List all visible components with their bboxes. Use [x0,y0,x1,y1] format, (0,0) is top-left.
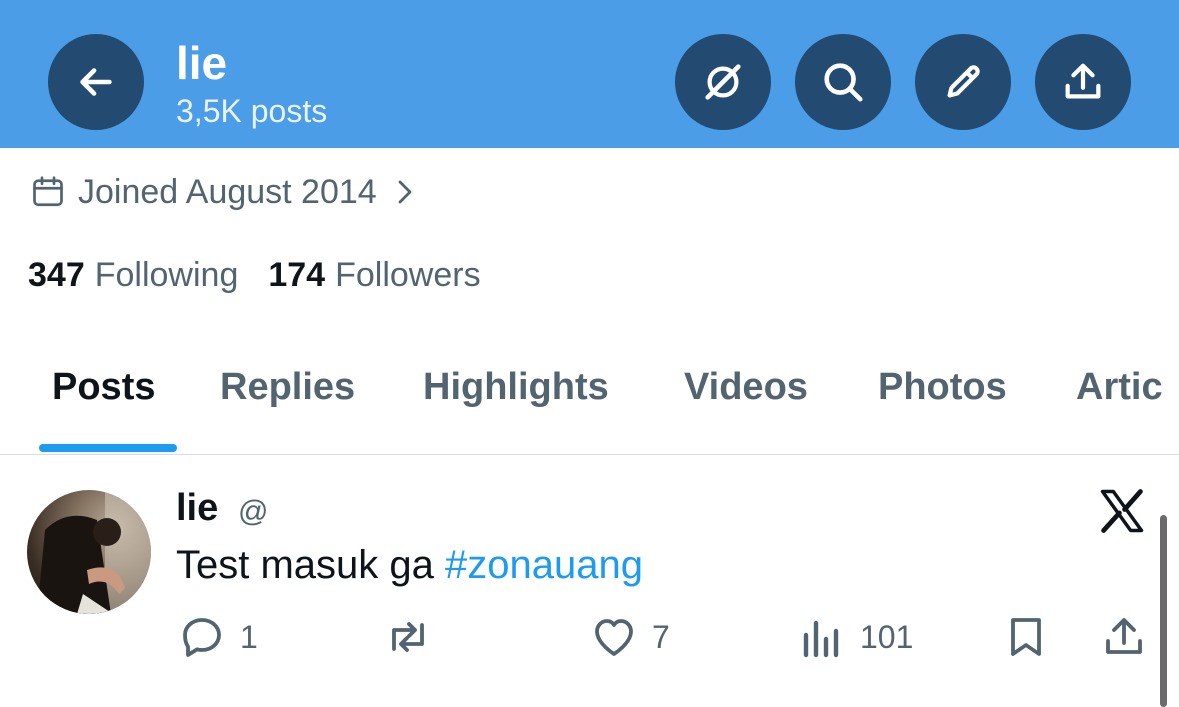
profile-tabs: Posts Replies Highlights Videos Photos A… [0,330,1179,455]
follow-stats: 347 Following 174 Followers [28,256,511,295]
post-share-button[interactable] [1100,613,1162,661]
calendar-icon [33,176,63,207]
bookmark-button[interactable] [1002,613,1064,661]
avatar[interactable] [27,490,151,614]
views-count: 101 [860,618,914,655]
grok-icon [705,64,741,100]
like-count: 7 [652,618,670,655]
joined-text: Joined August 2014 [78,172,377,211]
post-count: 3,5K posts [176,93,328,129]
avatar-photo [37,490,151,614]
followers-label: Followers [335,256,481,294]
following-label: Following [94,256,239,294]
header-title: lie [176,37,228,89]
post-author[interactable]: lie [176,487,218,530]
share-button[interactable] [1035,34,1131,130]
x-logo-icon [1100,489,1144,533]
bookmark-icon [1011,618,1041,656]
tab-photos[interactable]: Photos [878,366,1007,409]
heart-icon [595,619,633,656]
views-button[interactable]: 101 [798,613,913,661]
post-handle[interactable]: @ [238,495,268,529]
back-arrow-icon [80,68,112,96]
reply-count: 1 [240,618,258,655]
back-button[interactable] [48,34,144,130]
active-tab-indicator [39,444,177,452]
post-item[interactable]: lie @ Test masuk ga #zonauang 1 7 101 [0,455,1179,707]
views-chart-icon [803,620,839,658]
tab-articles[interactable]: Artic [1076,366,1163,409]
share-icon [1065,63,1101,99]
post-actions: 1 7 101 [0,613,1179,663]
reply-icon [183,618,221,657]
scrollbar[interactable] [1160,515,1167,707]
repost-icon [392,622,424,652]
tab-replies[interactable]: Replies [220,366,355,409]
like-button[interactable]: 7 [590,613,670,661]
followers-count: 174 [268,256,326,294]
repost-button[interactable] [384,613,446,661]
profile-header: lie 3,5K posts [0,0,1179,148]
share-icon [1106,618,1142,654]
search-icon [824,63,863,102]
joined-date-row[interactable]: Joined August 2014 [30,170,417,214]
chevron-right-icon [398,180,412,204]
grok-button[interactable] [675,34,771,130]
search-button[interactable] [795,34,891,130]
pencil-icon [947,65,980,98]
reply-button[interactable]: 1 [178,613,258,661]
hashtag-link[interactable]: #zonauang [445,543,643,587]
tab-highlights[interactable]: Highlights [423,366,609,409]
edit-button[interactable] [915,34,1011,130]
post-text: Test masuk ga #zonauang [176,543,643,588]
post-text-body: Test masuk ga [176,543,446,587]
followers-link[interactable]: 174 Followers [268,256,480,295]
tab-videos[interactable]: Videos [684,366,808,409]
following-link[interactable]: 347 Following [28,256,238,295]
tab-posts[interactable]: Posts [52,366,155,409]
handle-redaction [268,505,408,527]
following-count: 347 [28,256,85,294]
